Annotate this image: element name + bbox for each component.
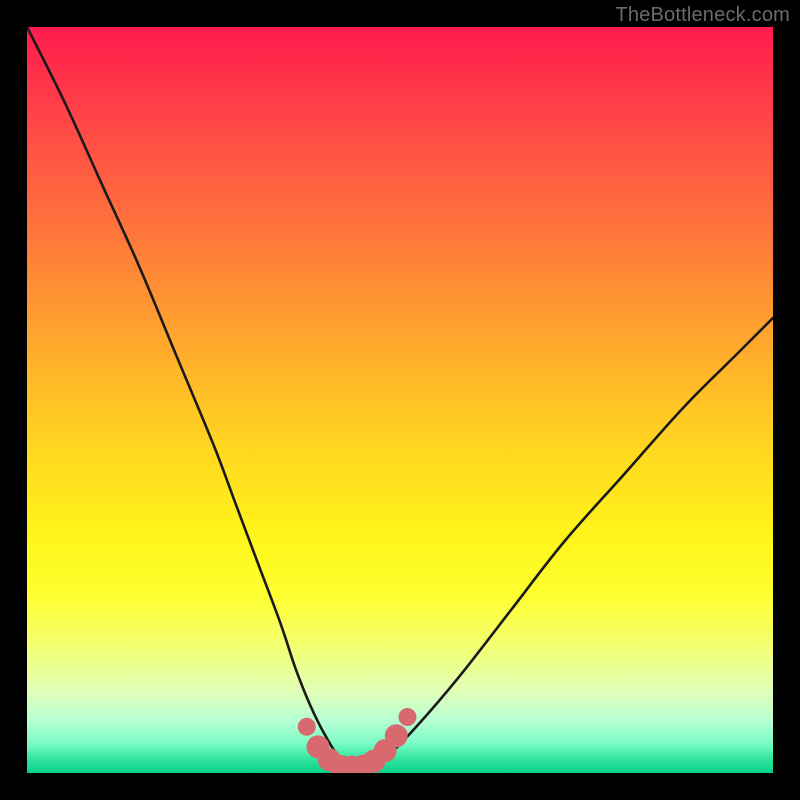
bottleneck-curve (27, 27, 773, 767)
highlight-marker (385, 724, 408, 747)
watermark-text: TheBottleneck.com (615, 4, 790, 27)
highlight-marker (298, 718, 316, 736)
plot-area (27, 27, 773, 773)
curve-layer (27, 27, 773, 773)
highlight-marker (398, 708, 416, 726)
outer-frame: TheBottleneck.com (0, 0, 800, 800)
